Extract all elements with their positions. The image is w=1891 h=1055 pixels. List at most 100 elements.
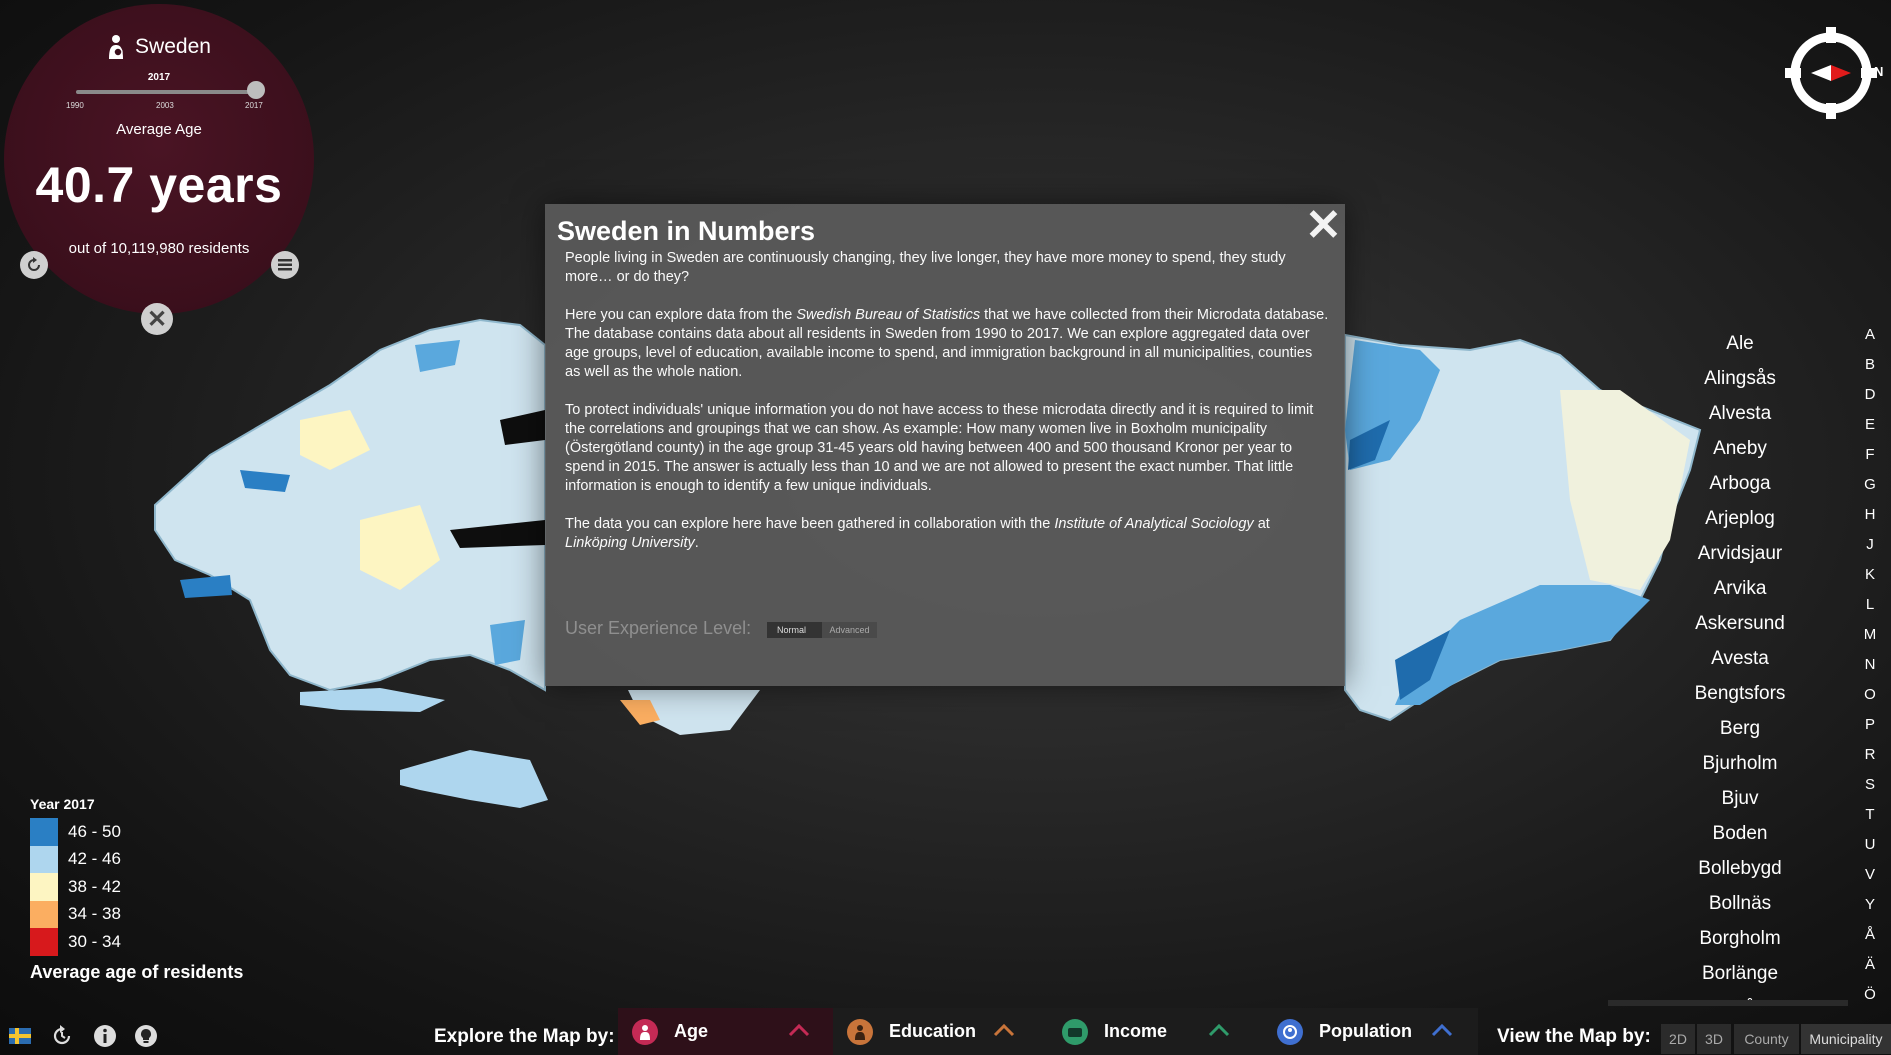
university-name: Linköping University	[565, 535, 695, 551]
municipality-item[interactable]: Boden	[1640, 816, 1840, 851]
info-icon[interactable]	[93, 1024, 117, 1048]
view-municipality-button[interactable]: Municipality	[1801, 1024, 1891, 1054]
year-current: 2017	[147, 72, 171, 83]
municipality-item[interactable]: Alingsås	[1640, 361, 1840, 396]
education-icon	[847, 1018, 873, 1045]
municipality-item[interactable]: Bollebygd	[1640, 851, 1840, 886]
alphabet-letter[interactable]: T	[1860, 800, 1880, 830]
alphabet-letter[interactable]: G	[1860, 470, 1880, 500]
alphabet-letter[interactable]: K	[1860, 560, 1880, 590]
legend-label: 38 - 42	[68, 876, 121, 896]
alphabet-letter[interactable]: H	[1860, 500, 1880, 530]
chevron-up-icon	[1431, 1023, 1453, 1037]
ux-level-toggle[interactable]: Normal Advanced	[767, 622, 877, 638]
population-icon	[1277, 1018, 1303, 1045]
sweden-flag-icon[interactable]	[8, 1024, 32, 1048]
map-region-island[interactable]	[300, 688, 445, 712]
alphabet-letter[interactable]: Y	[1860, 890, 1880, 920]
legend-swatch	[30, 818, 58, 846]
municipality-list[interactable]: Ale Alingsås Alvesta Aneby Arboga Arjeplog Arv…	[1640, 326, 1840, 1006]
category-income-button[interactable]: Income	[1048, 1008, 1263, 1055]
category-education-button[interactable]: Education	[833, 1008, 1048, 1055]
municipality-item[interactable]: Aneby	[1640, 431, 1840, 466]
alphabet-letter[interactable]: V	[1860, 860, 1880, 890]
view-3d-button[interactable]: 3D	[1697, 1024, 1731, 1054]
alphabet-letter[interactable]: N	[1860, 650, 1880, 680]
chevron-up-icon	[788, 1023, 810, 1037]
compass-icon[interactable]	[1783, 25, 1879, 121]
legend-swatch	[30, 845, 58, 873]
ux-advanced-option[interactable]: Advanced	[822, 622, 877, 638]
alphabet-letter[interactable]: U	[1860, 830, 1880, 860]
legend-label: 34 - 38	[68, 904, 121, 924]
income-icon	[1062, 1018, 1088, 1045]
alphabet-letter[interactable]: F	[1860, 440, 1880, 470]
alphabet-letter[interactable]: Å	[1860, 920, 1880, 950]
municipality-item[interactable]: Berg	[1640, 711, 1840, 746]
year-slider[interactable]	[76, 90, 256, 94]
dialog-paragraph-intro: People living in Sweden are continuously…	[565, 250, 1286, 285]
municipality-item[interactable]: Alvesta	[1640, 396, 1840, 431]
category-age-button[interactable]: Age	[618, 1008, 833, 1055]
municipality-item[interactable]: Arvidsjaur	[1640, 536, 1840, 571]
close-icon: ✕	[146, 305, 168, 333]
alphabet-index[interactable]: ABDEFGHJKLMNOPRSTUVYÅÄÖ	[1860, 320, 1880, 1010]
alphabet-letter[interactable]: J	[1860, 530, 1880, 560]
alphabet-letter[interactable]: L	[1860, 590, 1880, 620]
close-icon: ✕	[1305, 201, 1342, 250]
alphabet-letter[interactable]: O	[1860, 680, 1880, 710]
reset-button[interactable]	[20, 251, 48, 279]
category-population-button[interactable]: Population	[1263, 1008, 1478, 1055]
municipality-item[interactable]: Bengtsfors	[1640, 676, 1840, 711]
map-region-west-blue[interactable]	[490, 620, 525, 665]
category-population-label: Population	[1319, 1021, 1412, 1041]
metric-value: 40.7 years	[35, 157, 283, 213]
alphabet-letter[interactable]: E	[1860, 410, 1880, 440]
municipality-item[interactable]: Ale	[1640, 326, 1840, 361]
bulb-icon[interactable]	[134, 1024, 158, 1048]
history-icon[interactable]	[50, 1024, 74, 1048]
metric-label: Average Age	[116, 121, 202, 138]
legend-swatch	[30, 928, 58, 956]
dialog-close-button[interactable]: ✕	[1305, 204, 1342, 248]
list-scrollbar[interactable]	[1608, 1000, 1848, 1006]
legend-swatch	[30, 900, 58, 928]
municipality-item[interactable]: Arboga	[1640, 466, 1840, 501]
ux-normal-option[interactable]: Normal	[767, 622, 822, 638]
municipality-item[interactable]: Bollnäs	[1640, 886, 1840, 921]
map-region-island[interactable]	[400, 750, 548, 808]
explore-label: Explore the Map by:	[434, 1026, 615, 1047]
close-stats-button[interactable]: ✕	[141, 303, 173, 335]
alphabet-letter[interactable]: Ä	[1860, 950, 1880, 980]
text: .	[694, 535, 699, 551]
region-header: Sweden	[4, 34, 314, 60]
source-name: Swedish Bureau of Statistics	[796, 307, 981, 323]
municipality-item[interactable]: Arjeplog	[1640, 501, 1840, 536]
alphabet-letter[interactable]: D	[1860, 380, 1880, 410]
chevron-up-icon	[993, 1023, 1015, 1037]
municipality-item[interactable]: Borgholm	[1640, 921, 1840, 956]
menu-button[interactable]	[271, 251, 299, 279]
view-county-button[interactable]: County	[1734, 1024, 1799, 1054]
municipality-item[interactable]: Askersund	[1640, 606, 1840, 641]
legend-label: 30 - 34	[68, 931, 121, 951]
alphabet-letter[interactable]: B	[1860, 350, 1880, 380]
alphabet-letter[interactable]: Ö	[1860, 980, 1880, 1010]
alphabet-letter[interactable]: M	[1860, 620, 1880, 650]
alphabet-letter[interactable]: A	[1860, 320, 1880, 350]
alphabet-letter[interactable]: R	[1860, 740, 1880, 770]
municipality-item[interactable]: Bjurholm	[1640, 746, 1840, 781]
year-tick-end: 2017	[245, 101, 263, 110]
year-slider-handle[interactable]	[247, 81, 265, 99]
alphabet-letter[interactable]: P	[1860, 710, 1880, 740]
municipality-item[interactable]: Borlänge	[1640, 956, 1840, 991]
text: Here you can explore data from the	[565, 307, 797, 323]
view-2d-button[interactable]: 2D	[1661, 1024, 1695, 1054]
municipality-item[interactable]: Avesta	[1640, 641, 1840, 676]
municipality-item[interactable]: Bjuv	[1640, 781, 1840, 816]
alphabet-letter[interactable]: S	[1860, 770, 1880, 800]
municipality-item[interactable]: Arvika	[1640, 571, 1840, 606]
dialog-paragraph-credits: The data you can explore here have been …	[565, 515, 1330, 553]
map-region-west[interactable]	[154, 318, 546, 692]
map-region-west-blue[interactable]	[180, 575, 232, 598]
